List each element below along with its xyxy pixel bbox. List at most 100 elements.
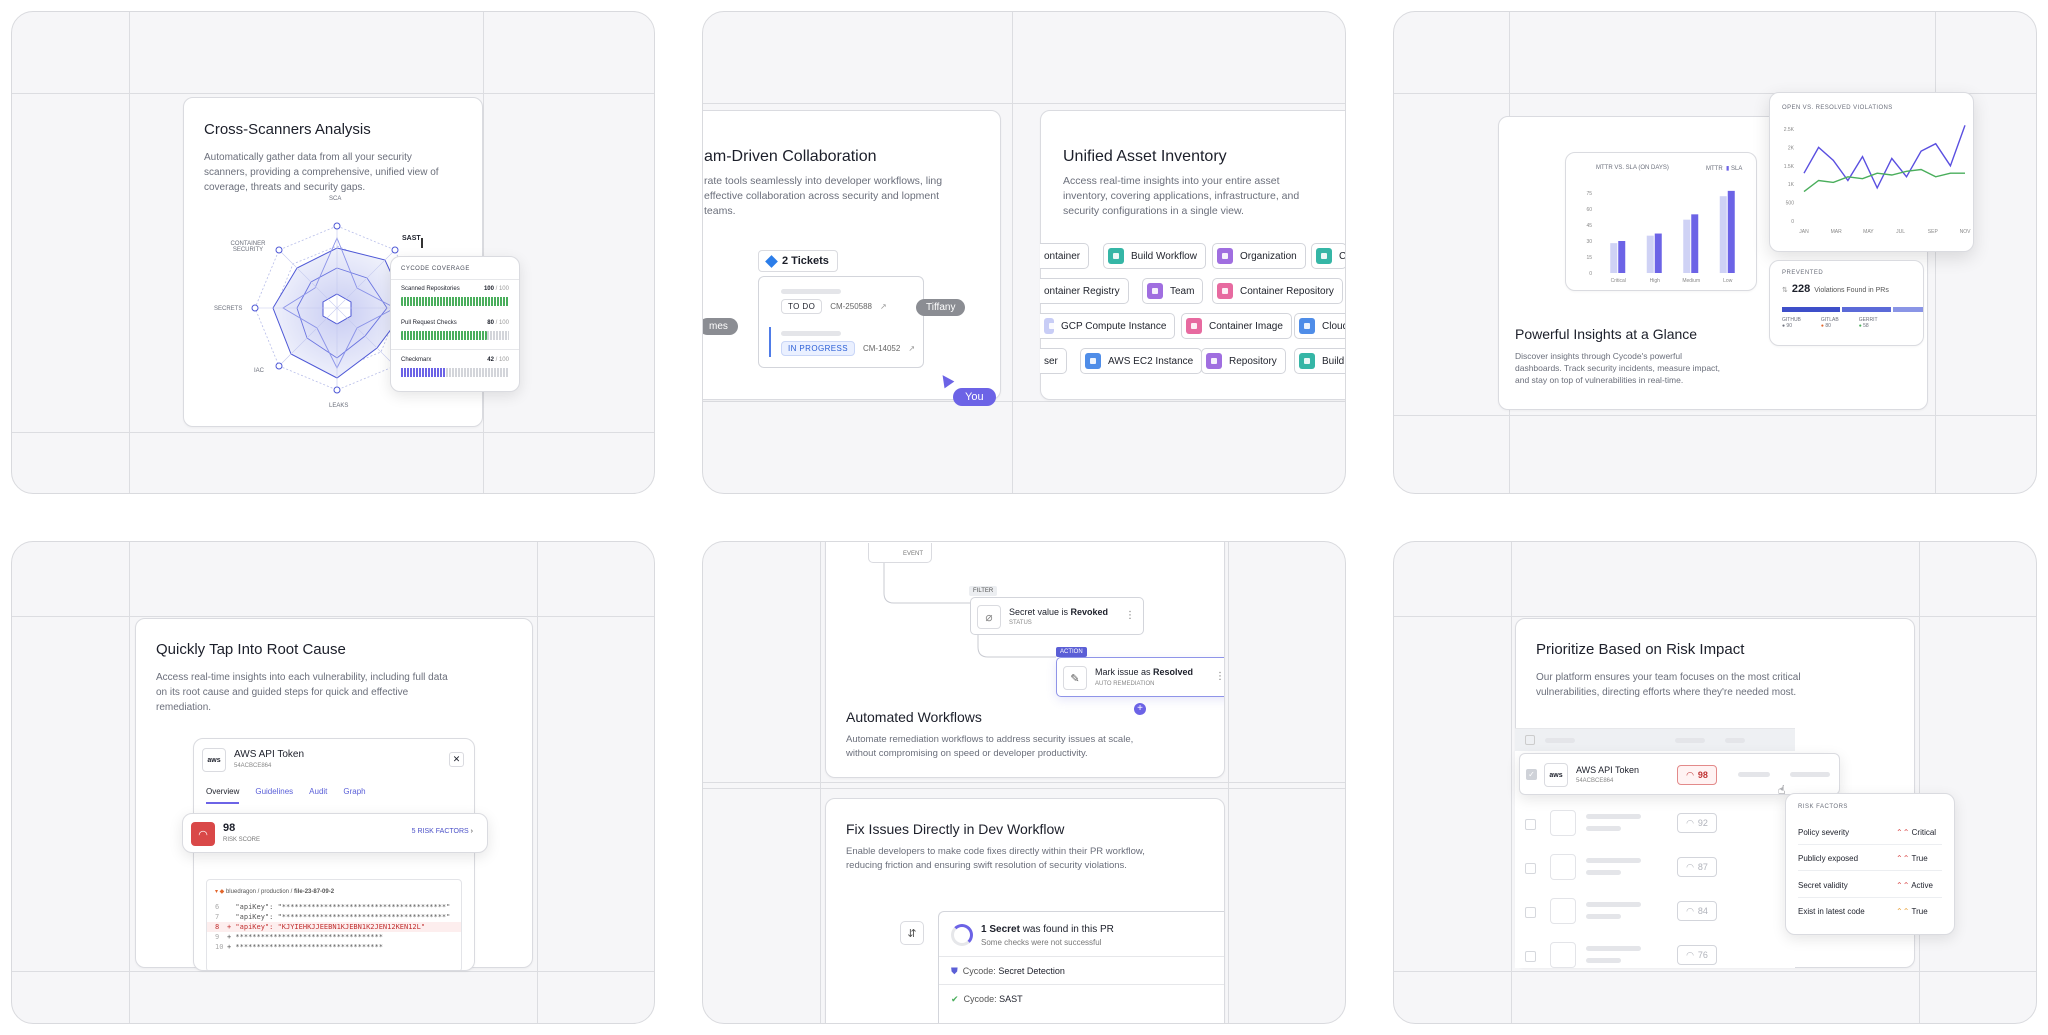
jira-icon [765,254,778,268]
tab-graph[interactable]: Graph [343,787,365,804]
cursor-label-you: You [953,388,996,406]
aws-icon: aws [202,748,226,772]
risk-score-bar[interactable]: ◠ 98 RISK SCORE 5 RISK FACTORS › [182,813,488,853]
coverage-row-label: Scanned Repositories [401,286,460,292]
y-tick-label: 2.5K [1784,127,1795,133]
workflow-icon [1108,248,1124,264]
risk-score-badge: ◠ 92 [1677,813,1717,833]
y-tick-label: 0 [1589,271,1592,277]
pr-checks-panel: 1 Secret was found in this PR Some check… [938,911,1224,1023]
y-tick-label: 1.5K [1784,164,1795,170]
workflow-node-resolve[interactable]: ✎ Mark issue as Resolved AUTO REMEDIATIO… [1056,657,1224,697]
source-github: GITHUB ● 90 [1782,317,1801,329]
token-detail-panel: aws AWS API Token 54ACBCE864 ✕ Overview … [193,738,475,971]
asset-pill[interactable]: Container Image [1181,313,1292,339]
asset-pill[interactable]: AWS EC2 Instance [1080,348,1203,374]
prevented-label: PREVENTED [1782,270,1824,276]
add-step-icon[interactable]: + [1134,703,1146,715]
aws-icon: aws [1544,763,1568,787]
card-description: Access real-time insights into your enti… [1063,175,1300,217]
tile-root-cause: Quickly Tap Into Root Cause Access real-… [11,541,655,1024]
status-todo: TO DO [781,299,823,314]
radar-label-sast[interactable]: SAST [402,235,421,242]
asset-pill[interactable]: Organization [1212,243,1306,269]
bar-mttr [1610,243,1618,273]
asset-pill[interactable]: ser [1040,348,1067,374]
coverage-bar [401,297,509,306]
tab-guidelines[interactable]: Guidelines [255,787,293,804]
x-tick-label: Critical [1611,278,1626,284]
check-sast[interactable]: ✔ Cycode: SAST [951,994,1023,1005]
ticket-row[interactable]: TO DO CM-250588 ↗ [781,299,887,314]
filter-tag: FILTER [969,586,998,596]
x-tick-label: NOV [1960,229,1972,235]
aws-icon [1085,353,1101,369]
card-description: Automatically gather data from all your … [204,152,439,193]
y-tick-label: 0 [1791,219,1794,225]
table-row-selected[interactable]: ✓ aws AWS API Token 54ACBCE864 ◠ 98 [1519,753,1840,795]
tile-insights: Powerful Insights at a Glance Discover i… [1393,11,2037,494]
card-title: am-Driven Collaboration [704,148,877,165]
asset-pill[interactable]: Team [1142,278,1204,304]
coverage-title: CYCODE COVERAGE [401,266,470,272]
x-tick-label: MAR [1831,229,1843,235]
dev-workflow-card: Fix Issues Directly in Dev Workflow Enab… [825,798,1225,1023]
tile-collaboration: am-Driven Collaboration rate tools seaml… [702,11,1346,494]
card-description: rate tools seamlessly into developer wor… [704,175,943,217]
ticket-row[interactable]: IN PROGRESS CM-14052 ↗ [781,341,915,356]
risk-score-badge: ◠ 87 [1677,857,1717,877]
radar-label-container: CONTAINER SECURITY [230,241,266,253]
asset-pill[interactable]: Build Workflow [1103,243,1206,269]
risk-factors-popup: RISK FACTORS Policy severity ⌃⌃ Critical … [1785,793,1955,935]
tab-audit[interactable]: Audit [309,787,327,804]
asset-pill[interactable]: Build [1294,348,1345,374]
card-description: Automate remediation workflows to addres… [846,734,1134,759]
coverage-row-label: Pull Request Checks [401,320,457,326]
check-secret-detection[interactable]: ⛊ Cycode: Secret Detection [951,966,1065,977]
build-icon [1299,353,1315,369]
risk-factors-link[interactable]: 5 RISK FACTORS › [412,828,473,835]
radar-label-sca: SCA [329,196,342,202]
asset-pill[interactable]: GCP Compute Instance [1040,313,1176,339]
risk-score-badge: ◠ 84 [1677,901,1717,921]
close-icon[interactable]: ✕ [449,752,464,767]
line-chart-card: OPEN VS. RESOLVED VIOLATIONS 0 500 1K 1.5K 2… [1769,92,1974,252]
asset-pill[interactable]: Container Repository [1212,278,1343,304]
collaboration-card: am-Driven Collaboration rate tools seaml… [703,110,1001,400]
card-title: Unified Asset Inventory [1063,148,1227,165]
card-title: Automated Workflows [846,709,982,725]
asset-pill[interactable]: ontainer Registry [1040,278,1129,304]
workflow-node-revoked[interactable]: ⌀ Secret value is Revoked STATUS ⋮ [970,597,1144,635]
bar-sla [1618,241,1626,273]
asset-pill[interactable]: ontainer [1040,243,1090,269]
source-gerrit: GERRIT ● 58 [1858,317,1878,329]
card-title: Prioritize Based on Risk Impact [1536,641,1745,658]
repository-icon [1206,353,1222,369]
tab-overview[interactable]: Overview [206,787,240,804]
asset-pill[interactable]: Cloud [1294,313,1345,339]
more-icon: ⋮ [1125,610,1135,621]
revoke-icon: ⌀ [977,605,1001,629]
cloud-icon [1299,318,1315,334]
y-tick-label: 75 [1586,191,1592,197]
gcp-icon [1044,318,1055,334]
risk-score-badge: ◠ 76 [1677,945,1717,965]
radar-label-secrets: SECRETS [214,306,243,312]
card-description: Access real-time insights into each vuln… [156,672,448,713]
y-tick-label: 30 [1586,239,1592,245]
pull-request-icon: ⇵ [900,921,924,945]
action-tag: ACTION [1056,647,1087,657]
tickets-badge[interactable]: 2 Tickets [758,250,838,272]
progress-ring-icon [951,924,973,946]
y-tick-label: 45 [1586,223,1592,229]
token-id: 54ACBCE864 [234,763,272,769]
wand-icon: ✎ [1063,666,1087,690]
bar-sla [1691,214,1699,273]
asset-pill[interactable]: C [1311,243,1345,269]
asset-pill[interactable]: Repository [1201,348,1286,374]
x-tick-label: SEP [1928,229,1939,235]
y-tick-label: 60 [1586,207,1592,213]
x-tick-label: Low [1723,278,1733,284]
bar-chart: 0 15 30 45 60 75 Critical High Medium Low [1586,190,1735,284]
radar-label-leaks: LEAKS [329,403,349,409]
